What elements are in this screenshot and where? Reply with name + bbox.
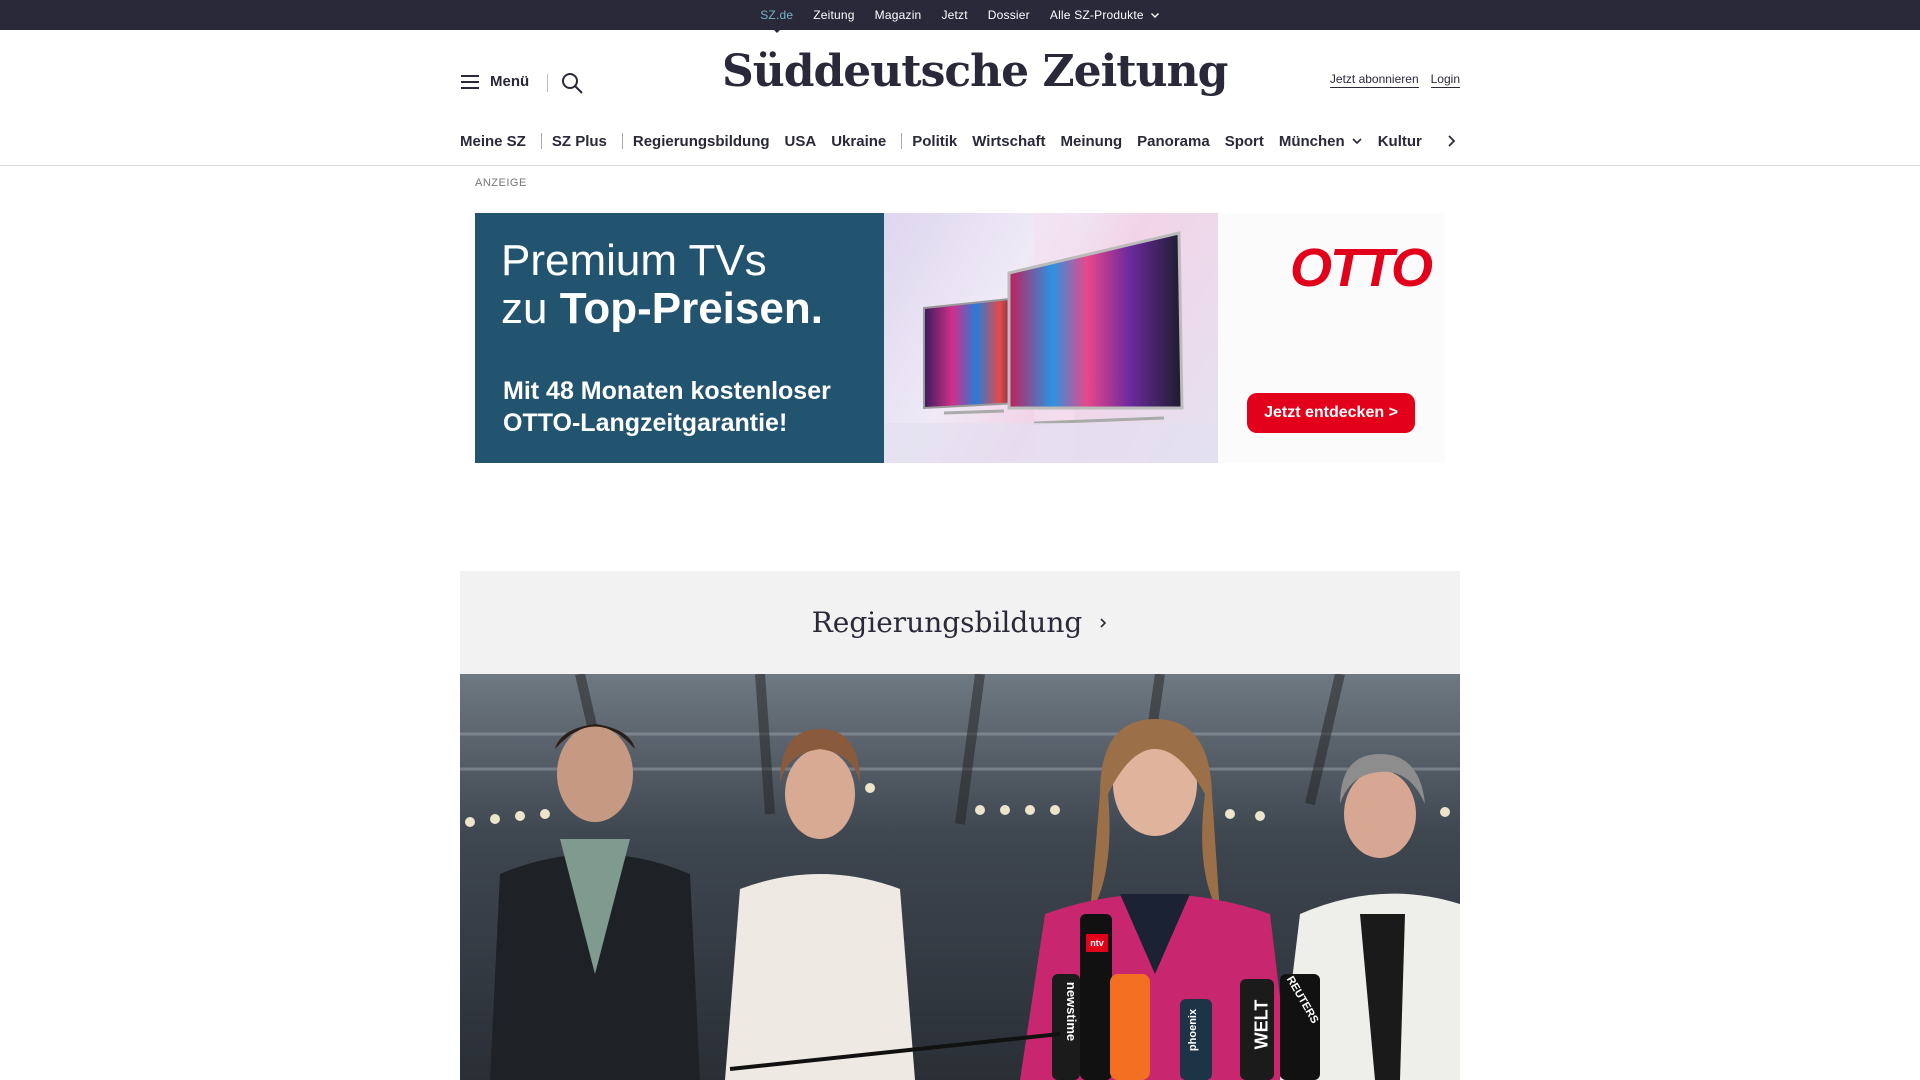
nav-divider [621,133,623,149]
nav-item-politik[interactable]: Politik [912,133,972,150]
nav-divider [540,133,542,149]
ad-cta-button[interactable]: Jetzt entdecken > [1247,393,1415,433]
nav-item-panorama[interactable]: Panorama [1137,133,1225,150]
menu-label: Menü [490,73,530,90]
nav-item-sz-plus[interactable]: SZ Plus [552,133,622,150]
nav-item-muenchen[interactable]: München [1279,133,1378,150]
nav-item-wirtschaft[interactable]: Wirtschaft [972,133,1060,150]
chevron-right-icon [1100,617,1107,628]
mic-label-phoenix: phoenix [1187,1008,1200,1052]
account-links: Jetzt abonnieren Login [1329,72,1460,88]
ad-headline: Premium TVs zu Top-Preisen. [501,237,823,333]
ad-headline-line2: zu Top-Preisen. [501,285,823,333]
header-divider [547,74,548,92]
header-divider-line [0,165,1920,166]
ad-banner[interactable]: Premium TVs zu Top-Preisen. Mit 48 Monat… [475,213,1445,463]
ad-tv-image [884,213,1218,463]
site-logo[interactable]: Süddeutsche Zeitung [722,46,1228,97]
subscribe-link[interactable]: Jetzt abonnieren [1329,72,1419,88]
product-link-jetzt[interactable]: Jetzt [941,8,967,22]
chevron-right-icon[interactable] [1445,134,1457,148]
chevron-down-icon [1352,138,1362,145]
product-link-zeitung[interactable]: Zeitung [813,8,854,22]
all-products-label: Alle SZ-Produkte [1049,8,1144,22]
top-product-bar: SZ.de Zeitung Magazin Jetzt Dossier Alle… [0,0,1920,33]
mic-label-newstime: newstime [1064,981,1080,1042]
category-nav: Meine SZ SZ Plus Regierungsbildung USA U… [460,128,1460,154]
hamburger-icon [461,74,479,89]
login-link[interactable]: Login [1430,72,1460,88]
chevron-down-icon [1150,13,1159,18]
ad-subline-1: Mit 48 Monaten kostenloser [503,377,831,405]
ad-headline-bold: Top-Preisen. [559,284,823,333]
nav-item-usa[interactable]: USA [785,133,832,150]
nav-item-ukraine[interactable]: Ukraine [831,133,901,150]
nav-item-regierungsbildung[interactable]: Regierungsbildung [633,133,785,150]
ad-headline-line1: Premium TVs [501,236,767,285]
nav-item-meine-sz[interactable]: Meine SZ [460,133,541,150]
topic-header[interactable]: Regierungsbildung [460,571,1460,674]
nav-item-sport[interactable]: Sport [1225,133,1279,150]
mic-label-welt: WELT [1251,999,1272,1050]
product-link-magazin[interactable]: Magazin [875,8,922,22]
product-link-dossier[interactable]: Dossier [988,8,1030,22]
mic-label-ntv: ntv [1086,934,1108,952]
ad-subline: Mit 48 Monaten kostenloser OTTO-Langzeit… [503,375,831,439]
site-header: Menü Süddeutsche Zeitung Jetzt abonniere… [460,30,1460,136]
nav-item-meinung[interactable]: Meinung [1060,133,1137,150]
topic-title: Regierungsbildung [811,606,1083,639]
nav-divider [901,133,903,149]
search-icon[interactable] [560,71,584,95]
ad-label: ANZEIGE [475,177,527,189]
product-nav: SZ.de Zeitung Magazin Jetzt Dossier Alle… [0,0,1920,33]
product-link-sz-de[interactable]: SZ.de [760,8,793,33]
otto-logo: OTTO [1290,238,1433,298]
ad-subline-2: OTTO-Langzeitgarantie! [503,409,788,437]
all-products-dropdown[interactable]: Alle SZ-Produkte [1050,8,1160,22]
ad-headline-prefix: zu [501,284,560,333]
hero-image[interactable]: newstime phoenix WELT REUTERS ntv [460,674,1460,1080]
ad-text-panel: Premium TVs zu Top-Preisen. Mit 48 Monat… [475,213,884,463]
nav-item-kultur[interactable]: Kultur [1378,133,1437,150]
tv-illustration [884,213,1218,463]
nav-item-muenchen-label: München [1278,132,1345,150]
menu-button[interactable]: Menü [460,73,529,90]
